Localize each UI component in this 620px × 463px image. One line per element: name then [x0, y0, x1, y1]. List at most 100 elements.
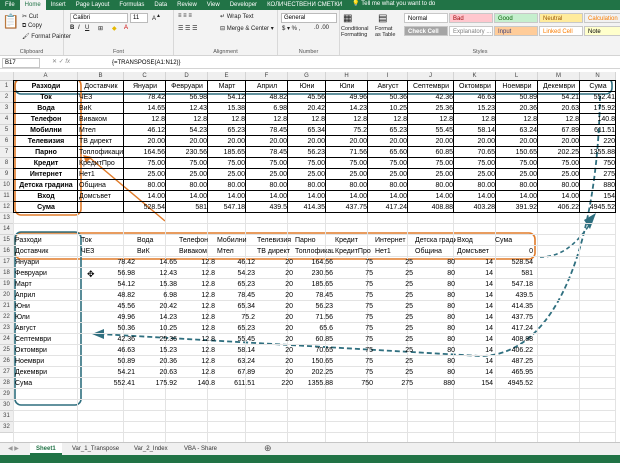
- bold-icon[interactable]: B: [70, 25, 74, 31]
- t2-cell[interactable]: 20: [256, 334, 294, 345]
- t2-cell[interactable]: Март: [14, 279, 80, 290]
- t2-cell[interactable]: 528.54: [494, 257, 534, 268]
- t2-cell[interactable]: Мобилни: [216, 235, 256, 246]
- t2-cell[interactable]: 14: [456, 268, 494, 279]
- cell-style-4[interactable]: Calculation: [584, 13, 620, 23]
- t2-cell[interactable]: 78.45: [294, 290, 334, 301]
- t2-cell[interactable]: Сума: [494, 235, 534, 246]
- t2-cell[interactable]: 12.8: [178, 334, 216, 345]
- t2-cell[interactable]: 75: [334, 312, 374, 323]
- t2-cell[interactable]: Парно: [294, 235, 334, 246]
- wrap-text-button[interactable]: ↵ Wrap Text: [220, 13, 254, 20]
- t2-cell[interactable]: Април: [14, 290, 80, 301]
- font-size-select[interactable]: 11: [130, 13, 148, 23]
- row-header-4[interactable]: 4: [0, 114, 14, 125]
- t2-cell[interactable]: 12.8: [178, 356, 216, 367]
- row-header-13[interactable]: 13: [0, 213, 14, 224]
- t2-cell[interactable]: Октомври: [14, 345, 80, 356]
- t2-cell[interactable]: Телефон: [178, 235, 216, 246]
- cell-style-7[interactable]: Input: [494, 26, 538, 36]
- row-header-17[interactable]: 17: [0, 257, 14, 268]
- t2-cell[interactable]: 20: [256, 356, 294, 367]
- row-header-31[interactable]: 31: [0, 411, 14, 422]
- t2-cell[interactable]: 10.25: [136, 323, 178, 334]
- row-header-1[interactable]: 1: [0, 81, 14, 92]
- menu-tab-1[interactable]: Home: [19, 0, 46, 10]
- row-header-27[interactable]: 27: [0, 367, 14, 378]
- t2-cell[interactable]: 14: [456, 257, 494, 268]
- t2-cell[interactable]: ЧЕЗ: [80, 246, 136, 257]
- number-format-select[interactable]: General: [281, 13, 337, 23]
- t2-cell[interactable]: 78.42: [80, 257, 136, 268]
- t2-cell[interactable]: 14.65: [136, 257, 178, 268]
- t2-cell[interactable]: Септември: [14, 334, 80, 345]
- tell-me-box[interactable]: 💡 Tell me what you want to do: [347, 0, 440, 10]
- cell-style-1[interactable]: Bad: [449, 13, 493, 23]
- t2-cell[interactable]: Община: [414, 246, 456, 257]
- t2-cell[interactable]: 25: [374, 323, 414, 334]
- row-header-28[interactable]: 28: [0, 378, 14, 389]
- t2-cell[interactable]: 25: [374, 268, 414, 279]
- sheet-nav-arrows[interactable]: ◀ ▶: [2, 443, 25, 455]
- format-as-table-button[interactable]: Format as Table: [375, 26, 399, 38]
- menu-tab-6[interactable]: Review: [172, 0, 202, 10]
- t2-cell[interactable]: Ноември: [14, 356, 80, 367]
- t2-cell[interactable]: 25: [374, 312, 414, 323]
- t2-cell[interactable]: 12.8: [178, 345, 216, 356]
- t2-cell[interactable]: 20: [256, 367, 294, 378]
- t2-cell[interactable]: 46.63: [80, 345, 136, 356]
- italic-icon[interactable]: I: [78, 25, 80, 31]
- t2-cell[interactable]: 60.85: [294, 334, 334, 345]
- t2-cell[interactable]: 185.65: [294, 279, 334, 290]
- copy-button[interactable]: ⧉ Copy: [22, 23, 42, 30]
- t2-cell[interactable]: Разходи: [14, 235, 80, 246]
- t2-cell[interactable]: 154: [456, 378, 494, 389]
- t2-cell[interactable]: 80: [414, 323, 456, 334]
- t2-cell[interactable]: 65.6: [294, 323, 334, 334]
- t2-cell[interactable]: 14: [456, 334, 494, 345]
- t2-cell[interactable]: 15.38: [136, 279, 178, 290]
- t2-cell[interactable]: 25: [374, 367, 414, 378]
- t2-cell[interactable]: Декември: [14, 367, 80, 378]
- t2-cell[interactable]: ТВ директ: [256, 246, 294, 257]
- underline-icon[interactable]: U: [85, 25, 89, 31]
- t2-cell[interactable]: 80: [414, 301, 456, 312]
- t2-cell[interactable]: Август: [14, 323, 80, 334]
- t2-cell[interactable]: 54.21: [80, 367, 136, 378]
- t2-cell[interactable]: 437.75: [494, 312, 534, 323]
- t2-cell[interactable]: 164.56: [294, 257, 334, 268]
- t2-cell[interactable]: Топлофикация: [294, 246, 334, 257]
- sheet-tab-3[interactable]: VBA - Share: [178, 443, 223, 455]
- worksheet-grid[interactable]: A B C D E F G H I J K L M N 1 2 3 4 5 6 7 8 9 10 11 12 13 14 15 16 17 1…: [0, 72, 620, 442]
- t2-cell[interactable]: 50.36: [80, 323, 136, 334]
- row-header-23[interactable]: 23: [0, 323, 14, 334]
- t2-cell[interactable]: 78.45: [216, 290, 256, 301]
- menu-tab-3[interactable]: Page Layout: [71, 0, 115, 10]
- t2-cell[interactable]: 80: [414, 279, 456, 290]
- t2-cell[interactable]: 14: [456, 312, 494, 323]
- t2-cell[interactable]: 80: [414, 290, 456, 301]
- cell-style-3[interactable]: Neutral: [539, 13, 583, 23]
- t2-cell[interactable]: 56.23: [294, 301, 334, 312]
- t2-cell[interactable]: 50.89: [80, 356, 136, 367]
- t2-cell[interactable]: 4945.52: [494, 378, 534, 389]
- t2-cell[interactable]: 20: [256, 290, 294, 301]
- row-header-30[interactable]: 30: [0, 400, 14, 411]
- t2-cell[interactable]: ВиК: [136, 246, 178, 257]
- t2-cell[interactable]: 25.36: [136, 334, 178, 345]
- row-header-7[interactable]: 7: [0, 147, 14, 158]
- t2-cell[interactable]: 12.8: [178, 290, 216, 301]
- t2-cell[interactable]: 12.8: [178, 367, 216, 378]
- t2-cell[interactable]: 20.63: [136, 367, 178, 378]
- row-header-15[interactable]: 15: [0, 235, 14, 246]
- t2-cell[interactable]: 75: [334, 268, 374, 279]
- t2-cell[interactable]: 80: [414, 345, 456, 356]
- menu-tab-5[interactable]: Data: [149, 0, 172, 10]
- t2-cell[interactable]: 417.24: [494, 323, 534, 334]
- t2-cell[interactable]: Вода: [136, 235, 178, 246]
- t2-cell[interactable]: 12.8: [178, 257, 216, 268]
- t2-cell[interactable]: 20: [256, 279, 294, 290]
- t2-cell[interactable]: 49.96: [80, 312, 136, 323]
- t2-cell[interactable]: 140.8: [178, 378, 216, 389]
- t2-cell[interactable]: 80: [414, 312, 456, 323]
